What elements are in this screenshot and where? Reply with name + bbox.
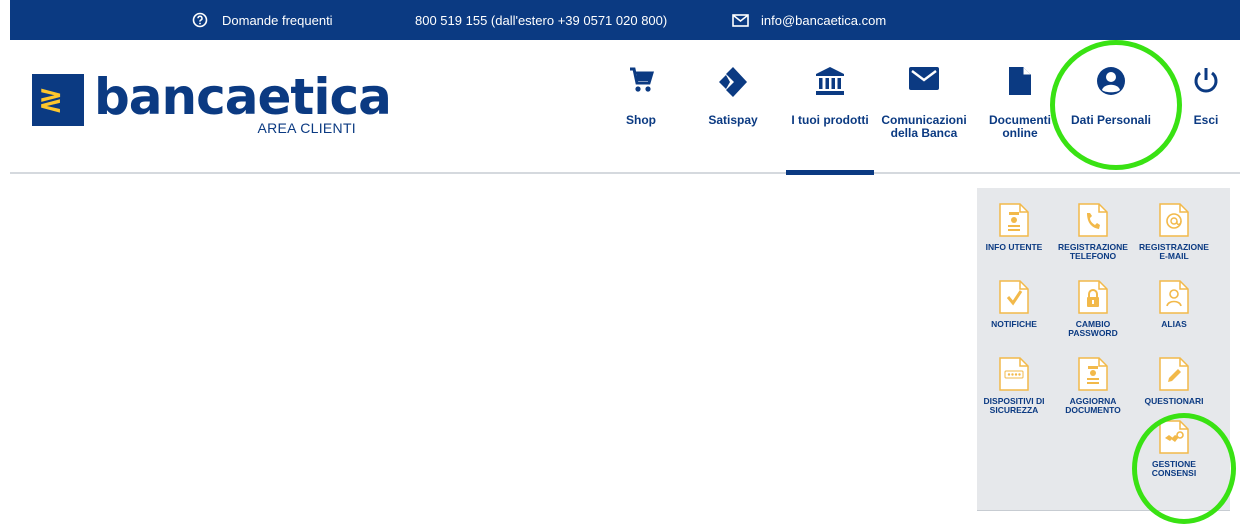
at-sign-icon <box>1159 203 1189 237</box>
nav-i-tuoi-prodotti[interactable]: I tuoi prodotti <box>786 66 874 127</box>
phone-label: 800 519 155 (dall'estero +39 0571 020 80… <box>415 12 668 28</box>
handshake-icon <box>1159 420 1189 454</box>
help-circle-icon <box>192 12 208 28</box>
tile-aggiorna-documento[interactable]: AGGIORNA DOCUMENTO <box>1053 357 1133 415</box>
user-outline-icon <box>1159 280 1189 314</box>
nav-active-indicator <box>786 170 874 175</box>
tile-cambio-password[interactable]: CAMBIO PASSWORD <box>1053 280 1133 338</box>
person-card-icon <box>999 203 1029 237</box>
phone-link[interactable]: 800 519 155 (dall'estero +39 0571 020 80… <box>415 0 667 40</box>
tile-gestione-consensi[interactable]: GESTIONE CONSENSI <box>1134 420 1214 478</box>
tile-notifiche[interactable]: NOTIFICHE <box>974 280 1054 329</box>
cart-icon <box>630 67 654 92</box>
tile-questionari[interactable]: QUESTIONARI <box>1134 357 1214 406</box>
password-dots-icon <box>999 357 1029 391</box>
tile-label: INFO UTENTE <box>985 242 1043 252</box>
nav-satispay[interactable]: Satispay <box>698 66 768 127</box>
bank-icon <box>816 67 844 95</box>
nav-comunicazioni[interactable]: Comunicazioni della Banca <box>878 66 970 140</box>
user-circle-icon <box>1097 67 1125 95</box>
padlock-icon <box>1078 280 1108 314</box>
power-icon <box>1194 68 1218 93</box>
envelope-icon <box>909 67 939 90</box>
tile-dispositivi-di-sicurezza[interactable]: DISPOSITIVI DI SICUREZZA <box>974 357 1054 415</box>
tile-label: QUESTIONARI <box>1144 396 1204 406</box>
mail-icon <box>732 13 749 27</box>
tile-label: REGISTRAZIONE E-MAIL <box>1139 242 1209 261</box>
faq-label: Domande frequenti <box>222 12 333 28</box>
nav-dati-personali[interactable]: Dati Personali <box>1064 66 1158 127</box>
tile-registrazione-e-mail[interactable]: REGISTRAZIONE E-MAIL <box>1134 203 1214 261</box>
tile-registrazione-telefono[interactable]: REGISTRAZIONE TELEFONO <box>1053 203 1133 261</box>
tile-label: CAMBIO PASSWORD <box>1068 319 1118 338</box>
nav-shop[interactable]: Shop <box>611 66 671 127</box>
id-document-icon <box>1078 357 1108 391</box>
checkmark-icon <box>999 280 1029 314</box>
tile-label: ALIAS <box>1161 319 1187 329</box>
satispay-icon <box>719 67 747 97</box>
nav-documenti[interactable]: Documenti online <box>982 66 1058 140</box>
header-divider <box>10 172 1240 174</box>
panel-bottom-divider <box>977 510 1230 511</box>
nav-esci[interactable]: Esci <box>1186 66 1226 127</box>
tile-label: GESTIONE CONSENSI <box>1151 459 1197 478</box>
email-link[interactable]: info@bancaetica.com <box>732 0 886 40</box>
tile-label: REGISTRAZIONE TELEFONO <box>1058 242 1128 261</box>
logo-subtitle: AREA CLIENTI <box>257 120 356 136</box>
tile-info-utente[interactable]: INFO UTENTE <box>974 203 1054 252</box>
faq-link[interactable]: Domande frequenti <box>192 0 333 40</box>
tile-label: DISPOSITIVI DI SICUREZZA <box>983 396 1045 415</box>
logo-mark-icon: ≷ <box>32 74 84 126</box>
tile-alias[interactable]: ALIAS <box>1134 280 1214 329</box>
phone-icon <box>1078 203 1108 237</box>
tile-label: AGGIORNA DOCUMENTO <box>1065 396 1121 415</box>
top-contact-bar: Domande frequenti 800 519 155 (dall'este… <box>10 0 1240 40</box>
email-label: info@bancaetica.com <box>761 12 887 28</box>
bancaetica-logo[interactable]: ≷ bancaetica AREA CLIENTI <box>32 68 392 142</box>
document-icon <box>1009 67 1031 95</box>
tile-label: NOTIFICHE <box>991 319 1037 329</box>
pencil-icon <box>1159 357 1189 391</box>
